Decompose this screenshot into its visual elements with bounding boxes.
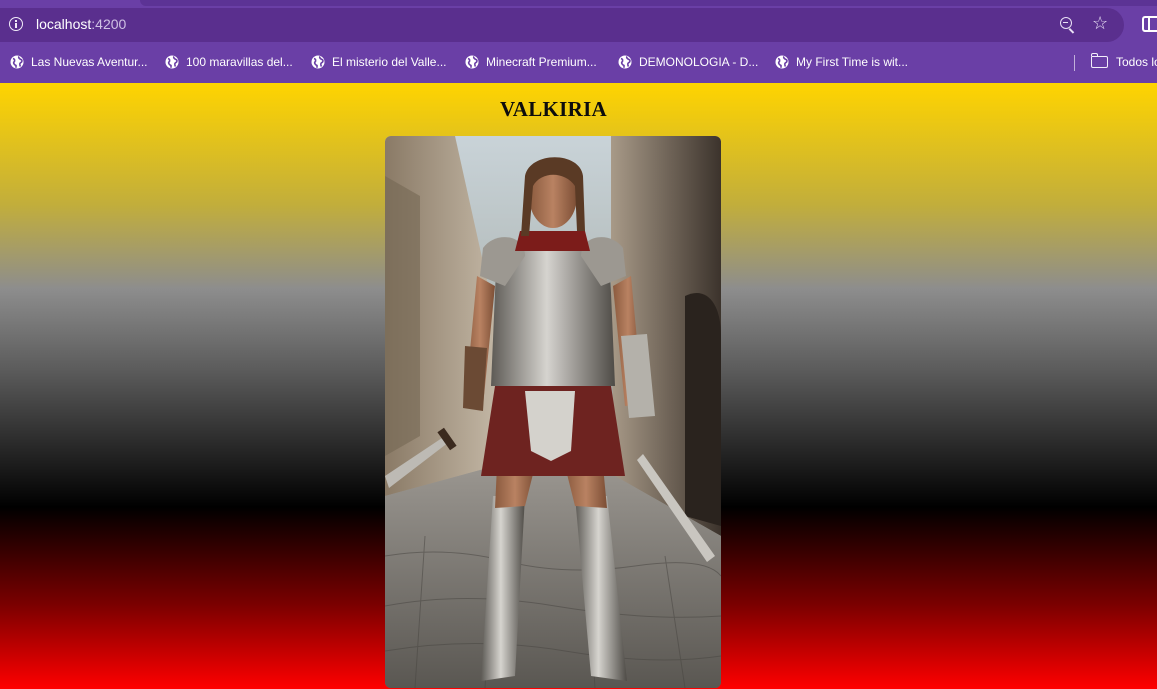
url-host: localhost [36, 16, 92, 32]
page-title: VALKIRIA [499, 97, 608, 121]
folder-icon[interactable] [1090, 53, 1108, 68]
bookmark-star-icon[interactable]: ☆ [1092, 14, 1108, 32]
globe-icon [311, 55, 325, 69]
page-body: VALKIRIA [0, 83, 1157, 689]
globe-icon [165, 55, 179, 69]
globe-icon [465, 55, 479, 69]
side-panel-icon[interactable] [1142, 16, 1157, 32]
warrior-illustration [385, 136, 721, 688]
globe-icon [10, 55, 24, 69]
url-text[interactable]: localhost:4200 [36, 16, 126, 32]
bookmark-label: 100 maravillas del... [186, 55, 293, 69]
site-info-icon[interactable] [9, 17, 23, 31]
bookmark-label: My First Time is wit... [796, 55, 908, 69]
bookmark-label: Las Nuevas Aventur... [31, 55, 148, 69]
hero-image-card [385, 136, 721, 688]
tab-strip [140, 0, 1157, 6]
address-bar[interactable]: localhost:4200 ☆ [0, 8, 1124, 42]
all-bookmarks-folder[interactable]: Todos lo [1116, 53, 1157, 71]
zoom-icon[interactable] [1060, 17, 1072, 29]
browser-chrome: localhost:4200 ☆ Las Nuevas Aventur... 1… [0, 0, 1157, 83]
bookmark-label: Minecraft Premium... [486, 55, 597, 69]
bookmark-label: El misterio del Valle... [332, 55, 447, 69]
bookmarks-divider [1074, 55, 1075, 71]
url-port: :4200 [91, 16, 127, 32]
globe-icon [775, 55, 789, 69]
globe-icon [618, 55, 632, 69]
bookmark-label: DEMONOLOGIA - D... [639, 55, 759, 69]
bookmarks-bar: Las Nuevas Aventur... 100 maravillas del… [0, 50, 1157, 74]
